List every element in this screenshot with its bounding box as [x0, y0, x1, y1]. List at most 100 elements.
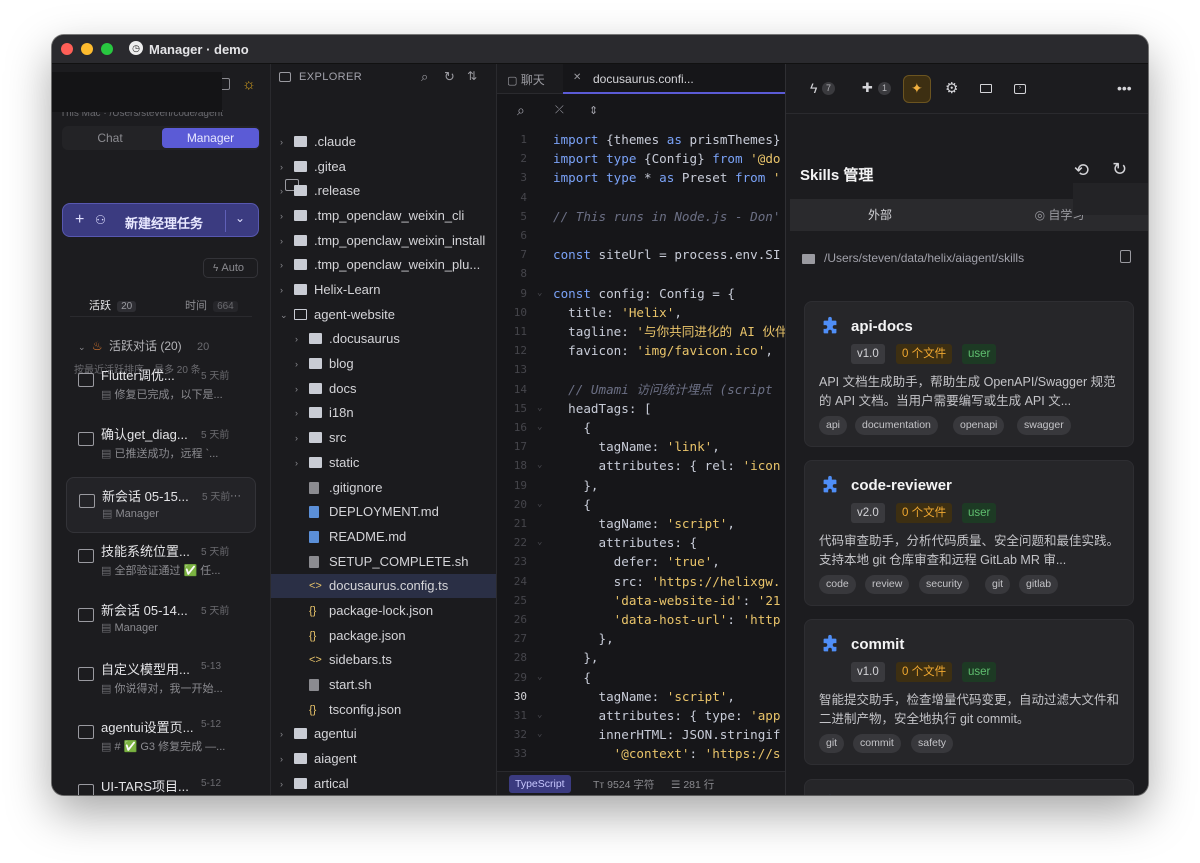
tree-item[interactable]: › artical	[271, 772, 496, 795]
sort-tab-active[interactable]: 活跃 20	[89, 297, 137, 313]
tree-item[interactable]: › .tmp_openclaw_weixin_plu...	[271, 253, 496, 277]
tree-item[interactable]: .gitignore	[271, 476, 496, 500]
auto-toggle[interactable]: ϟ Auto	[203, 258, 258, 278]
skill-tag[interactable]: commit	[853, 734, 901, 753]
tree-item[interactable]: › Helix-Learn	[271, 278, 496, 302]
tree-item[interactable]: › blog	[271, 352, 496, 376]
plugin-button[interactable]: ✚ 1	[858, 75, 891, 103]
tree-item[interactable]: › .release	[271, 179, 496, 203]
sort-tab-time[interactable]: 时间 664	[185, 297, 238, 313]
tree-item[interactable]: › .docusaurus	[271, 327, 496, 351]
skill-card[interactable]: code-reviewer v2.0 0 个文件 user 代码审查助手，分析代码质量、…	[804, 460, 1134, 606]
tree-item[interactable]: README.md	[271, 525, 496, 549]
refresh-icon[interactable]: ↻	[444, 69, 455, 85]
sun-icon[interactable]: ☼	[242, 76, 256, 93]
tab-external[interactable]: 外部	[790, 199, 970, 231]
code-file-icon: <>	[309, 580, 322, 593]
tree-item[interactable]: › .tmp_openclaw_weixin_cli	[271, 204, 496, 228]
fold-icon[interactable]: ⌄	[537, 418, 542, 437]
tree-item[interactable]: <> docusaurus.config.ts	[271, 574, 496, 599]
fold-icon[interactable]: ⌄	[537, 533, 542, 552]
search-icon[interactable]: ⌕	[421, 69, 428, 85]
tree-item[interactable]: SETUP_COMPLETE.sh	[271, 550, 496, 574]
close-window-button[interactable]	[61, 43, 73, 55]
skill-tag[interactable]: swagger	[1017, 416, 1071, 435]
section-header[interactable]: ⌄ ♨ 活跃对话 (20) 20	[78, 337, 209, 354]
tab-chat-editor[interactable]: ▢ 聊天	[507, 71, 545, 88]
fold-icon[interactable]: ⌄	[537, 668, 542, 687]
minimize-window-button[interactable]	[81, 43, 93, 55]
fold-icon[interactable]: ⌄	[537, 495, 542, 514]
tree-item[interactable]: › i18n	[271, 401, 496, 425]
bolt-button[interactable]: ϟ 7	[806, 75, 835, 103]
skill-card[interactable]: crgv1.00 个文件user	[804, 779, 1134, 795]
code-text: '@context': 'https://s	[553, 744, 781, 763]
chat-list-item[interactable]: 确认get_diag... 5 天前 ▤ 已推送成功，远程 `...	[66, 416, 256, 472]
fold-icon[interactable]: ⌄	[537, 725, 542, 744]
chat-list-item[interactable]: 自定义模型用... 5-13 ▤ 你说得对，我一开始...	[66, 651, 256, 707]
tree-item[interactable]: › static	[271, 451, 496, 475]
skill-tag[interactable]: api	[819, 416, 848, 435]
more-icon[interactable]: ···	[230, 490, 241, 502]
tree-item[interactable]: › .claude	[271, 130, 496, 154]
chat-list-item[interactable]: 技能系统位置... 5 天前 ▤ 全部验证通过 ✅ 任...	[66, 533, 256, 589]
fold-icon[interactable]: ⌄	[537, 399, 542, 418]
collapse-all-icon[interactable]: ⇅	[467, 69, 477, 83]
chat-list-item[interactable]: Flutter调优... 5 天前 ▤ 修复已完成，以下是...	[66, 357, 256, 413]
skill-tag[interactable]: git	[819, 734, 845, 753]
chat-list-item[interactable]: agentui设置页... 5-12 ▤ # ✅ G3 修复完成 —...	[66, 709, 256, 765]
skill-tag[interactable]: git	[985, 575, 1011, 594]
chat-list-item[interactable]: 新会话 05-14... 5 天前 ▤ Manager	[66, 592, 256, 648]
tree-item-label: tsconfig.json	[329, 701, 402, 717]
fold-icon[interactable]: ⌄	[537, 284, 542, 303]
language-badge[interactable]: TypeScript	[509, 775, 571, 793]
settings-button[interactable]: ⚙	[938, 75, 966, 103]
history-icon[interactable]: ⟲	[1074, 160, 1089, 181]
tree-item[interactable]: <> sidebars.ts	[271, 648, 496, 672]
tree-item[interactable]: › src	[271, 426, 496, 450]
more-button[interactable]: •••	[1111, 75, 1139, 103]
collapse-icon[interactable]: ⤫	[555, 104, 564, 117]
skill-tag[interactable]: safety	[911, 734, 954, 753]
terminal-button[interactable]: ›	[1006, 75, 1034, 103]
tree-item[interactable]: start.sh	[271, 673, 496, 697]
tree-item[interactable]: › docs	[271, 377, 496, 401]
chevron-down-icon[interactable]: ⌄	[235, 211, 245, 225]
skill-tag[interactable]: documentation	[855, 416, 938, 435]
zoom-window-button[interactable]	[101, 43, 113, 55]
chat-subtitle-text: 全部验证通过 ✅ 任...	[114, 565, 221, 577]
skill-tag[interactable]: openapi	[953, 416, 1005, 435]
tree-item[interactable]: {} package.json	[271, 624, 496, 648]
close-tab-icon[interactable]: ✕	[573, 72, 581, 83]
refresh-icon[interactable]: ↻	[1112, 159, 1127, 180]
chat-list-item[interactable]: 新会话 05-15... 5 天前 ▤ Manager ···	[66, 477, 256, 533]
tab-docusaurus-config[interactable]: ✕ docusaurus.confi...	[563, 64, 785, 94]
tree-item[interactable]: › aiagent	[271, 747, 496, 771]
folder-button[interactable]	[972, 75, 1000, 103]
tree-item[interactable]: › agentui	[271, 722, 496, 746]
tab-manager[interactable]: Manager	[162, 128, 259, 148]
tree-item[interactable]: › .gitea	[271, 155, 496, 179]
tree-item[interactable]: {} package-lock.json	[271, 599, 496, 623]
skill-tag[interactable]: code	[819, 575, 856, 594]
chat-list-item[interactable]: UI-TARS项目...5-12▤	[66, 768, 256, 795]
tree-item[interactable]: ⌄ agent-website	[271, 303, 496, 327]
fold-icon[interactable]: ⌄	[537, 706, 542, 725]
tree-item[interactable]: DEPLOYMENT.md	[271, 500, 496, 524]
tab-chat[interactable]: Chat	[62, 126, 158, 150]
tree-item[interactable]: {} tsconfig.json	[271, 698, 496, 722]
tree-item[interactable]: › .tmp_openclaw_weixin_install	[271, 229, 496, 253]
new-manager-task-button[interactable]: + ⚇ 新建经理任务 ⌄	[62, 203, 259, 237]
skill-card[interactable]: commit v1.0 0 个文件 user 智能提交助手，检查增量代码变更，自动过滤大…	[804, 619, 1134, 765]
skill-tag[interactable]: gitlab	[1019, 575, 1059, 594]
chat-subtitle: ▤ 已推送成功，远程 `...	[101, 445, 241, 461]
skills-button-active[interactable]: ✦	[903, 75, 931, 103]
skill-card[interactable]: api-docs v1.0 0 个文件 user API 文档生成助手，帮助生成 Ope…	[804, 301, 1134, 447]
copy-icon[interactable]	[1120, 250, 1131, 263]
skill-tag[interactable]: review	[865, 575, 910, 594]
search-icon[interactable]: ⌕	[517, 102, 525, 119]
code-area[interactable]: 1 import {themes as prismThemes} 2 import t…	[497, 130, 785, 770]
expand-icon[interactable]: ⇕	[589, 104, 598, 117]
fold-icon[interactable]: ⌄	[537, 456, 542, 475]
skill-tag[interactable]: security	[919, 575, 970, 594]
